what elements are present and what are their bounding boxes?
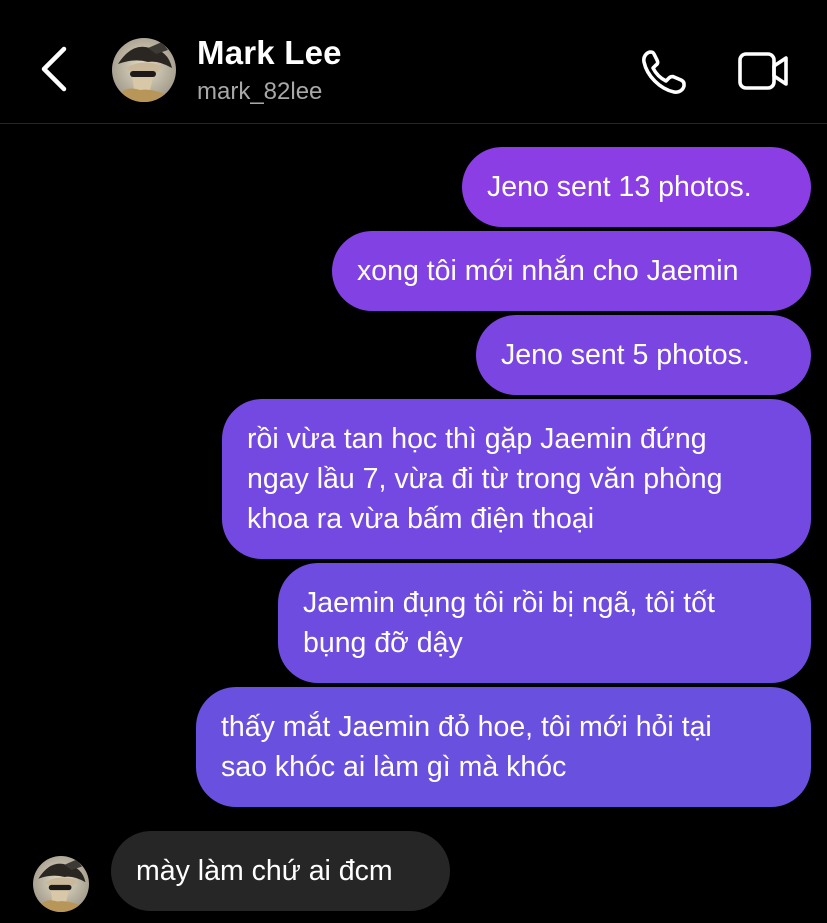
chat-header: Mark Lee mark_82lee — [0, 0, 827, 124]
message-bubble-sent[interactable]: rồi vừa tan học thì gặp Jaemin đứng ngay… — [222, 399, 811, 559]
video-call-button[interactable] — [734, 44, 794, 100]
sender-avatar[interactable] — [33, 856, 89, 912]
message-bubble-received[interactable]: mày làm chứ ai đcm — [111, 831, 450, 911]
message-bubble-sent[interactable]: Jaemin đụng tôi rồi bị ngã, tôi tốt bụng… — [278, 563, 811, 683]
contact-username: mark_82lee — [197, 78, 323, 105]
video-camera-icon — [738, 52, 788, 90]
phone-icon — [642, 50, 686, 94]
message-bubble-sent[interactable]: Jeno sent 5 photos. — [476, 315, 811, 395]
contact-name[interactable]: Mark Lee — [197, 34, 342, 72]
message-bubble-sent[interactable]: Jeno sent 13 photos. — [462, 147, 811, 227]
back-button[interactable] — [30, 44, 80, 94]
chevron-left-icon — [41, 46, 67, 92]
message-bubble-sent[interactable]: thấy mắt Jaemin đỏ hoe, tôi mới hỏi tại … — [196, 687, 811, 807]
avatar[interactable] — [112, 38, 176, 102]
call-button[interactable] — [636, 44, 692, 100]
message-bubble-sent[interactable]: xong tôi mới nhắn cho Jaemin — [332, 231, 811, 311]
message-thread[interactable]: Jeno sent 13 photos. xong tôi mới nhắn c… — [0, 124, 827, 923]
